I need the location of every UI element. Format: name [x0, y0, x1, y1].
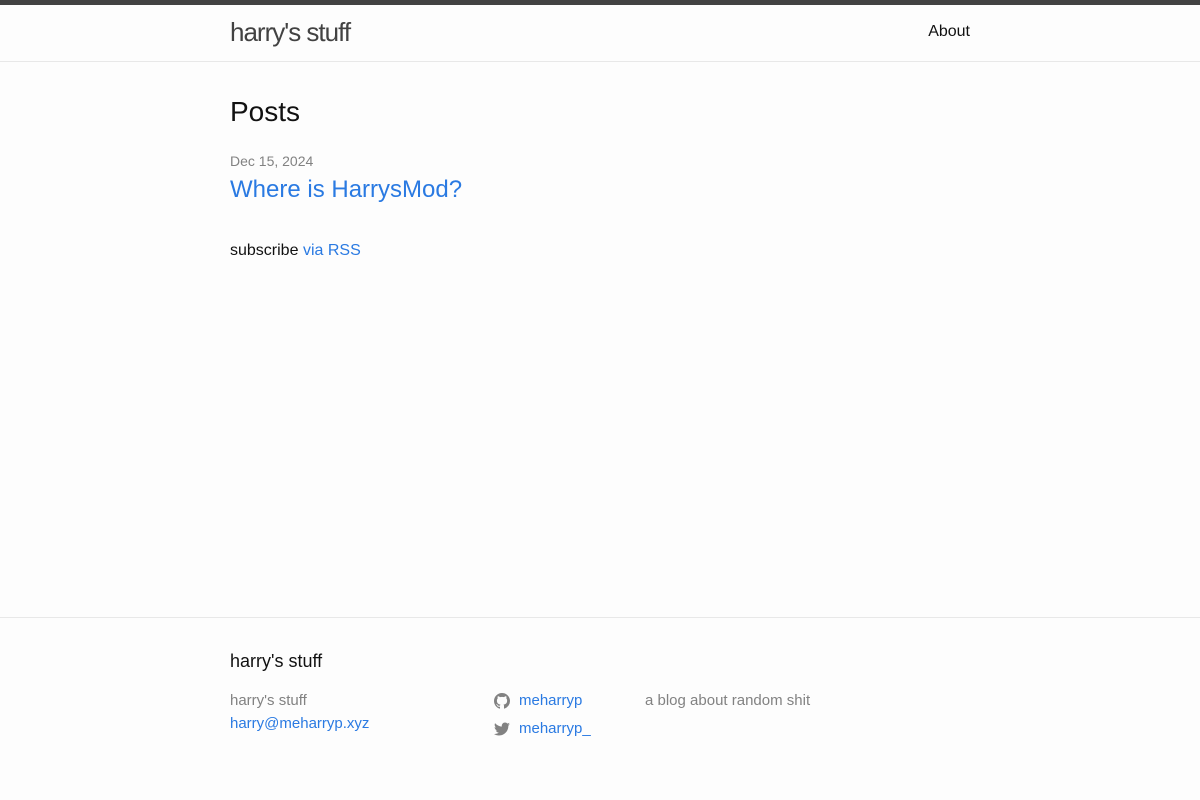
twitter-handle-link[interactable]: meharryp_	[519, 719, 591, 739]
github-icon	[494, 693, 510, 709]
github-handle-link[interactable]: meharryp	[519, 691, 582, 711]
social-github: meharryp	[494, 690, 582, 712]
page-content: Posts Dec 15, 2024 Where is HarrysMod? s…	[0, 62, 1200, 617]
social-twitter: meharryp_	[494, 718, 591, 740]
subscribe-label: subscribe	[230, 242, 299, 259]
page-title: Posts	[230, 96, 301, 127]
footer-description: a blog about random shit	[645, 692, 811, 709]
post-title-link[interactable]: Where is HarrysMod?	[230, 175, 462, 205]
post-date: Dec 15, 2024	[230, 153, 314, 169]
rss-subscribe: subscribe via RSS	[230, 240, 361, 262]
site-header: harry's stuff About	[0, 0, 1200, 62]
footer-email-link[interactable]: harry@meharryp.xyz	[230, 714, 369, 734]
twitter-icon	[494, 721, 510, 737]
footer-author-name: harry's stuff	[230, 692, 307, 709]
footer-heading: harry's stuff	[230, 651, 323, 671]
site-title-link[interactable]: harry's stuff	[230, 15, 351, 49]
site-footer: harry's stuff harry's stuff harry@meharr…	[0, 617, 1200, 800]
nav-link-about[interactable]: About	[928, 21, 970, 43]
rss-link[interactable]: via RSS	[303, 242, 361, 259]
